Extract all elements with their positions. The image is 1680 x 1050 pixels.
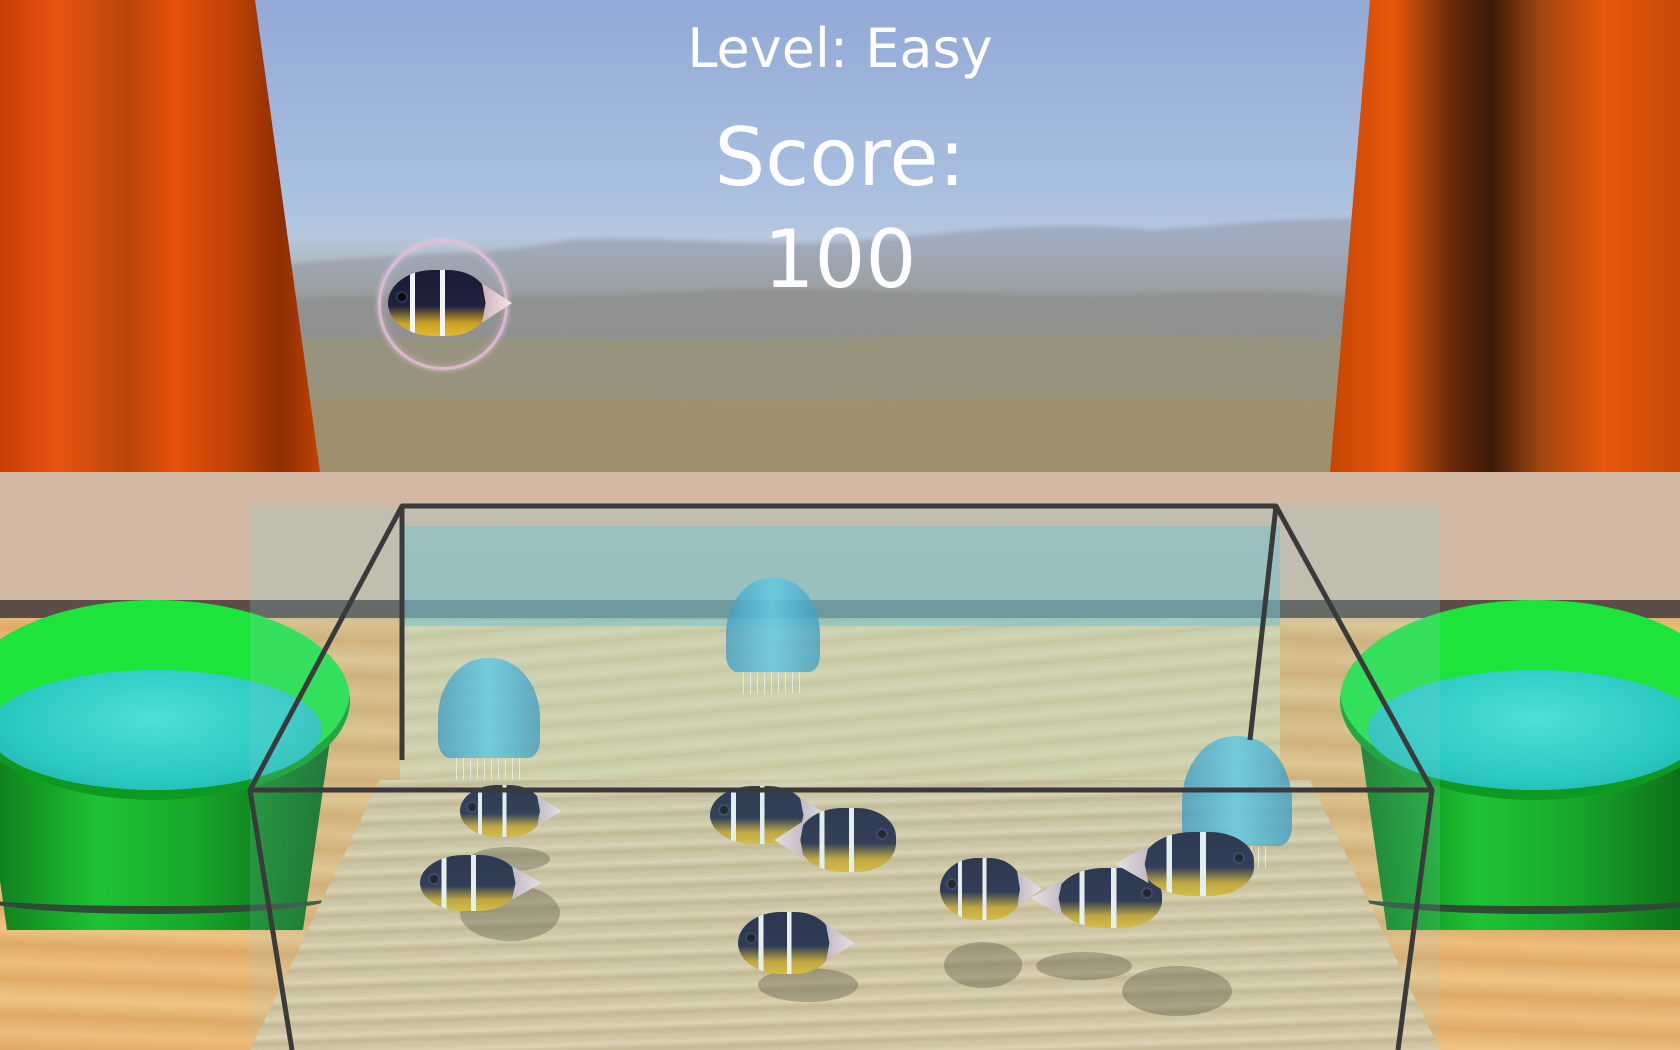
score-label: Score: — [714, 111, 966, 204]
clownfish-icon — [388, 270, 488, 336]
score-value: 100 — [763, 213, 917, 306]
clownfish-selected[interactable] — [388, 270, 488, 336]
hud: Level: Easy Score: 100 — [640, 14, 1040, 310]
level-label: Level: Easy — [687, 17, 993, 80]
game-scene: Level: Easy Score: 100 — [0, 0, 1680, 1050]
